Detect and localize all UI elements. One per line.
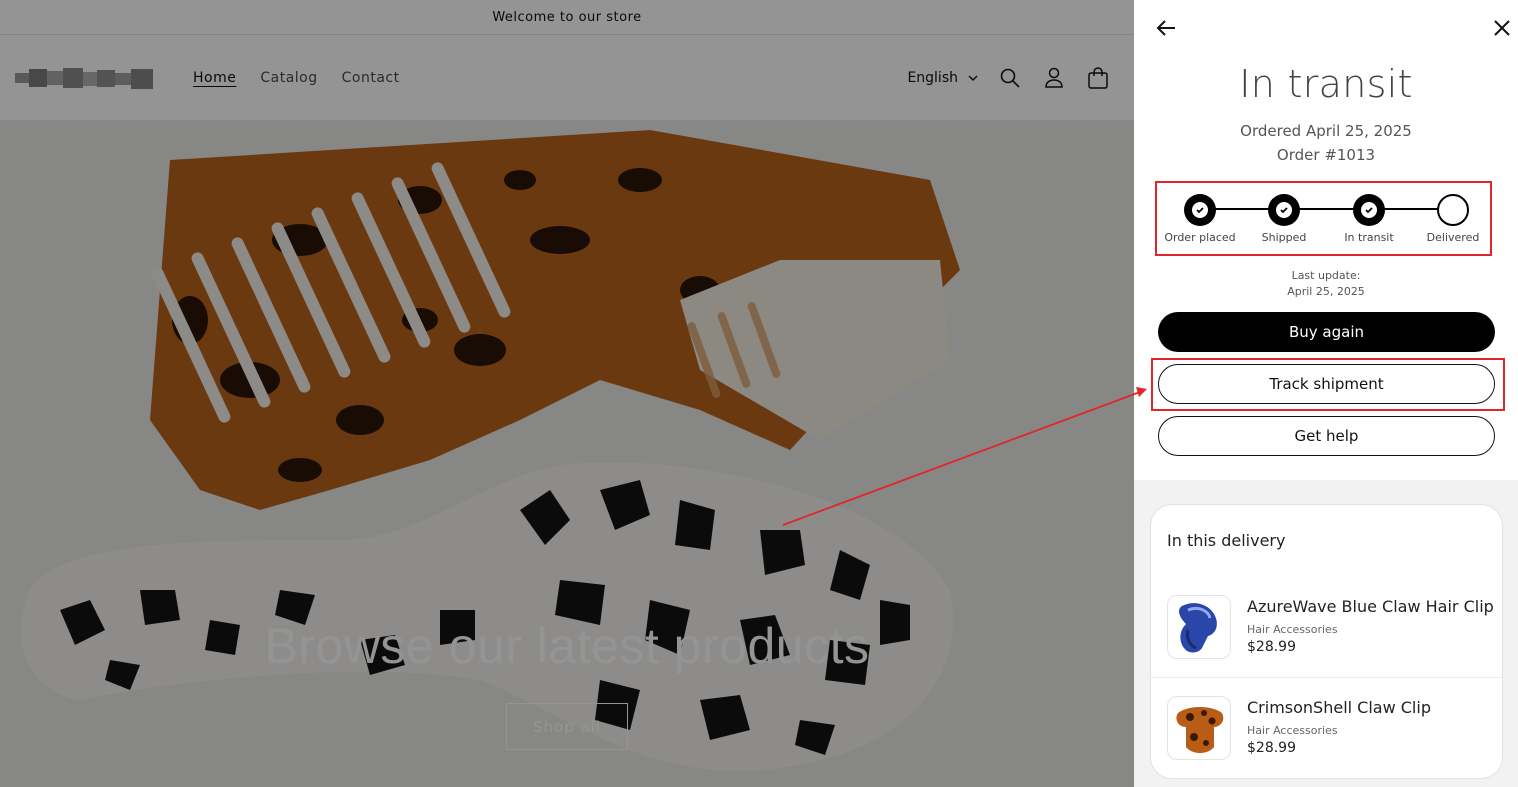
step-order-placed: Order placed <box>1160 194 1240 244</box>
list-item[interactable]: AzureWave Blue Claw Hair Clip Hair Acces… <box>1167 595 1494 675</box>
last-update-date: April 25, 2025 <box>1287 285 1365 298</box>
last-update-label: Last update: <box>1291 269 1361 282</box>
step-delivered: Delivered <box>1413 194 1493 244</box>
order-number: Order #1013 <box>1276 146 1376 164</box>
product-category: Hair Accessories <box>1247 724 1338 737</box>
step-label: In transit <box>1344 231 1394 244</box>
step-label: Order placed <box>1164 231 1236 244</box>
last-update: Last update: April 25, 2025 <box>1134 268 1518 300</box>
order-status-title: In transit <box>1239 62 1413 106</box>
product-price: $28.99 <box>1247 639 1296 655</box>
step-in-transit: In transit <box>1329 194 1409 244</box>
product-thumbnail <box>1167 696 1231 760</box>
step-label: Shipped <box>1261 231 1307 244</box>
check-icon <box>1196 207 1204 214</box>
step-label: Delivered <box>1426 231 1480 244</box>
progress-tracker: Order placed Shipped In transit Delivere… <box>1155 181 1492 256</box>
get-help-button[interactable]: Get help <box>1158 416 1495 456</box>
order-status-drawer: In transit Ordered April 25, 2025 Order … <box>1134 0 1518 787</box>
product-name: CrimsonShell Claw Clip <box>1247 698 1431 717</box>
close-icon[interactable] <box>1490 16 1514 40</box>
product-price: $28.99 <box>1247 740 1296 756</box>
step-shipped: Shipped <box>1244 194 1324 244</box>
product-name: AzureWave Blue Claw Hair Clip <box>1247 597 1494 616</box>
delivery-title: In this delivery <box>1167 531 1286 550</box>
check-icon <box>1365 207 1373 214</box>
back-arrow-icon[interactable] <box>1154 16 1178 40</box>
product-category: Hair Accessories <box>1247 623 1338 636</box>
track-shipment-button[interactable]: Track shipment <box>1158 364 1495 404</box>
modal-overlay[interactable] <box>0 0 1134 787</box>
list-item[interactable]: CrimsonShell Claw Clip Hair Accessories … <box>1167 696 1487 776</box>
check-icon <box>1280 207 1288 214</box>
buy-again-button[interactable]: Buy again <box>1158 312 1495 352</box>
order-date: Ordered April 25, 2025 <box>1240 122 1412 140</box>
item-divider <box>1151 677 1502 678</box>
delivery-card: In this delivery AzureWave Blue Claw Hai… <box>1150 504 1503 779</box>
product-thumbnail <box>1167 595 1231 659</box>
